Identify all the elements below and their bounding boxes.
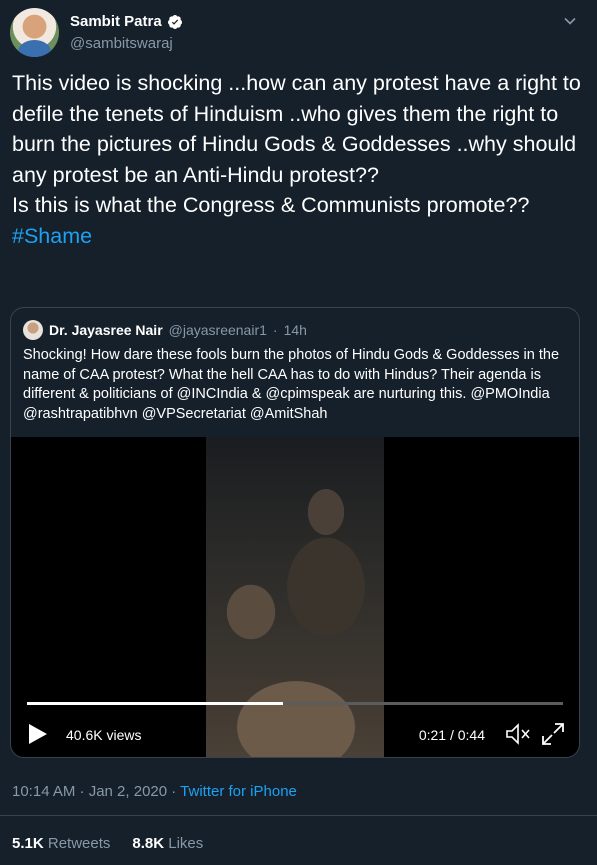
tweet-text: This video is shocking ...how can any pr… (12, 68, 587, 251)
hashtag-link[interactable]: #Shame (12, 224, 92, 248)
video-view-count: 40.6K views (66, 727, 142, 743)
quoted-author-handle: @jayasreenair1 (168, 322, 267, 338)
tweet-body: This video is shocking ...how can any pr… (12, 71, 581, 217)
video-player[interactable]: 40.6K views 0:21 / 0:44 (11, 437, 579, 757)
quoted-tweet-text: Shocking! How dare these fools burn the … (23, 347, 560, 422)
verified-badge-icon (167, 14, 182, 29)
retweets-stat[interactable]: 5.1K Retweets (12, 835, 110, 852)
quoted-tweet-age: 14h (283, 322, 307, 338)
video-timecode: 0:21 / 0:44 (418, 727, 485, 743)
timestamp-text[interactable]: 10:14 AM · Jan 2, 2020 · (12, 783, 180, 800)
likes-count: 8.8K (132, 835, 165, 852)
author-name-row: Sambit Patra (70, 13, 183, 30)
video-progress-bar[interactable] (27, 702, 563, 705)
quoted-tweet[interactable]: Dr. Jayasree Nair @jayasreenair1 · 14h S… (10, 307, 580, 758)
source-link[interactable]: Twitter for iPhone (180, 783, 297, 800)
retweets-count: 5.1K (12, 835, 44, 852)
tweet-timestamp: 10:14 AM · Jan 2, 2020 · Twitter for iPh… (12, 783, 297, 800)
video-frame (206, 437, 384, 757)
tweet-header: Sambit Patra @sambitswaraj (10, 8, 587, 58)
fullscreen-icon[interactable] (541, 722, 565, 746)
likes-label: Likes (168, 835, 204, 852)
divider (0, 815, 597, 816)
play-icon[interactable] (27, 722, 49, 746)
quoted-author-avatar (23, 320, 43, 340)
separator-dot: · (272, 322, 278, 338)
mute-icon[interactable] (505, 722, 531, 746)
author-name[interactable]: Sambit Patra (70, 13, 162, 30)
likes-stat[interactable]: 8.8K Likes (132, 835, 203, 852)
author-handle[interactable]: @sambitswaraj (70, 35, 173, 52)
quoted-author-name: Dr. Jayasree Nair (49, 322, 163, 338)
video-progress-fill (27, 702, 283, 705)
quoted-tweet-header: Dr. Jayasree Nair @jayasreenair1 · 14h (23, 320, 307, 340)
retweets-label: Retweets (47, 835, 111, 852)
chevron-down-icon[interactable] (563, 14, 577, 28)
author-avatar[interactable] (10, 8, 59, 57)
tweet-stats: 5.1K Retweets 8.8K Likes (12, 835, 203, 852)
